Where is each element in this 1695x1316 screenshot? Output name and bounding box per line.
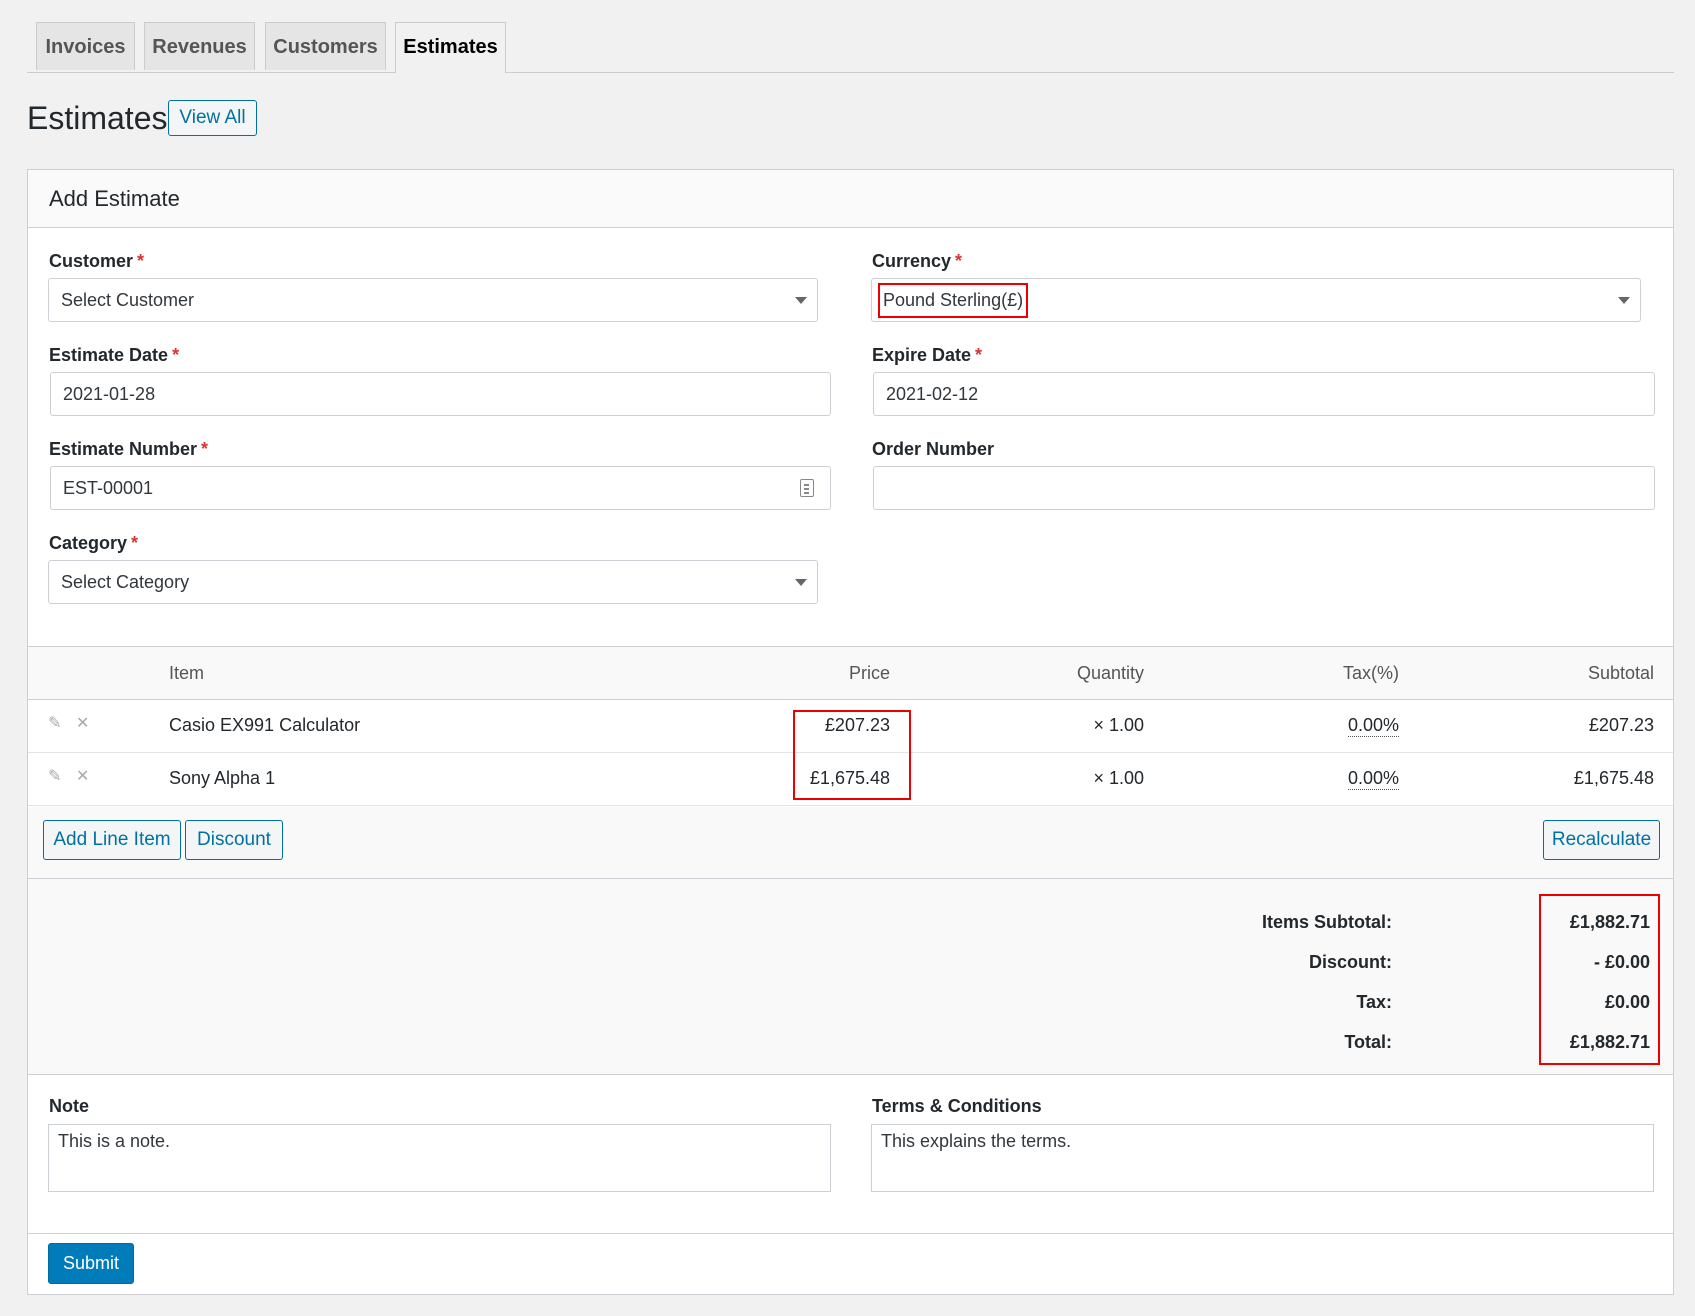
tab-bar: Invoices Revenues Customers Estimates [27, 22, 1674, 73]
column-subtotal: Subtotal [1587, 663, 1654, 683]
add-estimate-panel: Add Estimate Customer * Select Customer C… [27, 169, 1674, 1295]
pencil-icon[interactable]: ✎ [48, 715, 66, 733]
total-label: Total: [1344, 1032, 1392, 1052]
customer-select[interactable]: Select Customer [48, 278, 818, 322]
tab-estimates[interactable]: Estimates [395, 22, 506, 73]
tab-customers[interactable]: Customers [265, 22, 386, 70]
estimate-number-value: EST-00001 [63, 478, 154, 498]
totals-section: Items Subtotal: £1,882.71 Discount: - £0… [28, 879, 1673, 1075]
column-item: Item [169, 663, 205, 683]
item-subtotal: £1,675.48 [1573, 768, 1654, 788]
items-table-header: Item Price Quantity Tax(%) Subtotal [28, 646, 1673, 700]
tab-revenues[interactable]: Revenues [144, 22, 255, 70]
item-name: Sony Alpha 1 [169, 768, 276, 788]
item-subtotal: £207.23 [1588, 715, 1654, 735]
chevron-down-icon [1618, 297, 1630, 304]
currency-label: Currency * [872, 251, 963, 271]
column-tax: Tax(%) [1342, 663, 1399, 683]
document-icon[interactable] [800, 479, 814, 497]
order-number-field[interactable] [873, 466, 1655, 510]
category-select-value: Select Category [61, 572, 190, 592]
order-number-label: Order Number [872, 439, 995, 459]
estimate-number-label: Estimate Number * [49, 439, 209, 459]
note-textarea[interactable]: This is a note. [48, 1124, 831, 1192]
items-subtotal-label: Items Subtotal: [1261, 912, 1392, 932]
item-tax[interactable]: 0.00% [1347, 715, 1399, 737]
item-quantity: × 1.00 [1093, 768, 1144, 788]
panel-title: Add Estimate [49, 186, 180, 211]
discount-label: Discount: [1309, 952, 1392, 972]
expire-date-field[interactable]: 2021-02-12 [873, 372, 1655, 416]
item-quantity: × 1.00 [1093, 715, 1144, 735]
category-select[interactable]: Select Category [48, 560, 818, 604]
totals-highlight [1539, 894, 1660, 1065]
estimate-number-field[interactable]: EST-00001 [50, 466, 831, 510]
chevron-down-icon [795, 297, 807, 304]
view-all-button[interactable]: View All [168, 100, 257, 136]
recalculate-button[interactable]: Recalculate [1543, 820, 1660, 860]
chevron-down-icon [795, 579, 807, 586]
tax-label: Tax: [1356, 992, 1392, 1012]
column-quantity: Quantity [1076, 663, 1144, 683]
divider [28, 1233, 1673, 1234]
terms-textarea[interactable]: This explains the terms. [871, 1124, 1654, 1192]
page-title: Estimates [27, 100, 168, 136]
category-label: Category * [49, 533, 139, 553]
items-actions-bar: Add Line Item Discount Recalculate [28, 807, 1673, 879]
panel-header: Add Estimate [28, 170, 1673, 228]
note-label: Note [49, 1096, 89, 1116]
add-line-item-button[interactable]: Add Line Item [43, 820, 181, 860]
currency-highlight [878, 283, 1028, 318]
estimate-date-field[interactable]: 2021-01-28 [50, 372, 831, 416]
submit-button[interactable]: Submit [48, 1243, 134, 1284]
item-tax[interactable]: 0.00% [1347, 768, 1399, 790]
expire-date-label: Expire Date * [872, 345, 983, 365]
close-icon[interactable]: ✕ [76, 715, 94, 733]
item-name: Casio EX991 Calculator [169, 715, 361, 735]
close-icon[interactable]: ✕ [76, 768, 94, 786]
discount-button[interactable]: Discount [185, 820, 283, 860]
terms-label: Terms & Conditions [872, 1096, 1042, 1116]
tab-invoices[interactable]: Invoices [36, 22, 135, 70]
column-price: Price [848, 663, 890, 683]
pencil-icon[interactable]: ✎ [48, 768, 66, 786]
price-highlight [793, 710, 911, 800]
customer-label: Customer * [49, 251, 145, 271]
estimate-date-label: Estimate Date * [49, 345, 180, 365]
customer-select-value: Select Customer [61, 290, 195, 310]
